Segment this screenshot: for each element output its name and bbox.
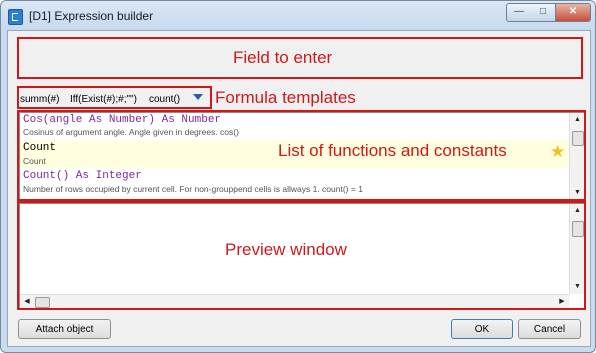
template-iff-exist[interactable]: Iff(Exist(#);#;""): [70, 94, 137, 105]
attach-object-button[interactable]: Attach object: [18, 319, 111, 339]
templates-dropdown-icon[interactable]: [193, 94, 203, 100]
title-bar: [D1] Expression builder — □ ✕: [1, 1, 595, 30]
expression-builder-window: [D1] Expression builder — □ ✕ Field to e…: [0, 0, 596, 353]
ok-button[interactable]: OK: [451, 319, 513, 339]
close-button[interactable]: ✕: [556, 3, 591, 22]
formula-templates-annotation: Formula templates: [215, 88, 356, 107]
template-summ[interactable]: summ(#): [20, 94, 59, 105]
window-title: [D1] Expression builder: [29, 9, 154, 23]
dialog-client-area: Field to enter summ(#) Iff(Exist(#);#;""…: [7, 30, 591, 347]
formula-templates-bar: summ(#) Iff(Exist(#);#;"") count(): [18, 90, 211, 112]
field-to-enter-annotation: Field to enter: [233, 48, 333, 67]
minimize-button[interactable]: —: [506, 3, 532, 22]
maximize-button[interactable]: □: [531, 3, 556, 22]
functions-list-annotation: List of functions and constants: [278, 141, 507, 160]
template-count[interactable]: count(): [149, 94, 180, 105]
preview-window-annotation: Preview window: [225, 240, 347, 259]
cancel-button[interactable]: Cancel: [518, 319, 581, 339]
app-icon: [8, 9, 23, 25]
